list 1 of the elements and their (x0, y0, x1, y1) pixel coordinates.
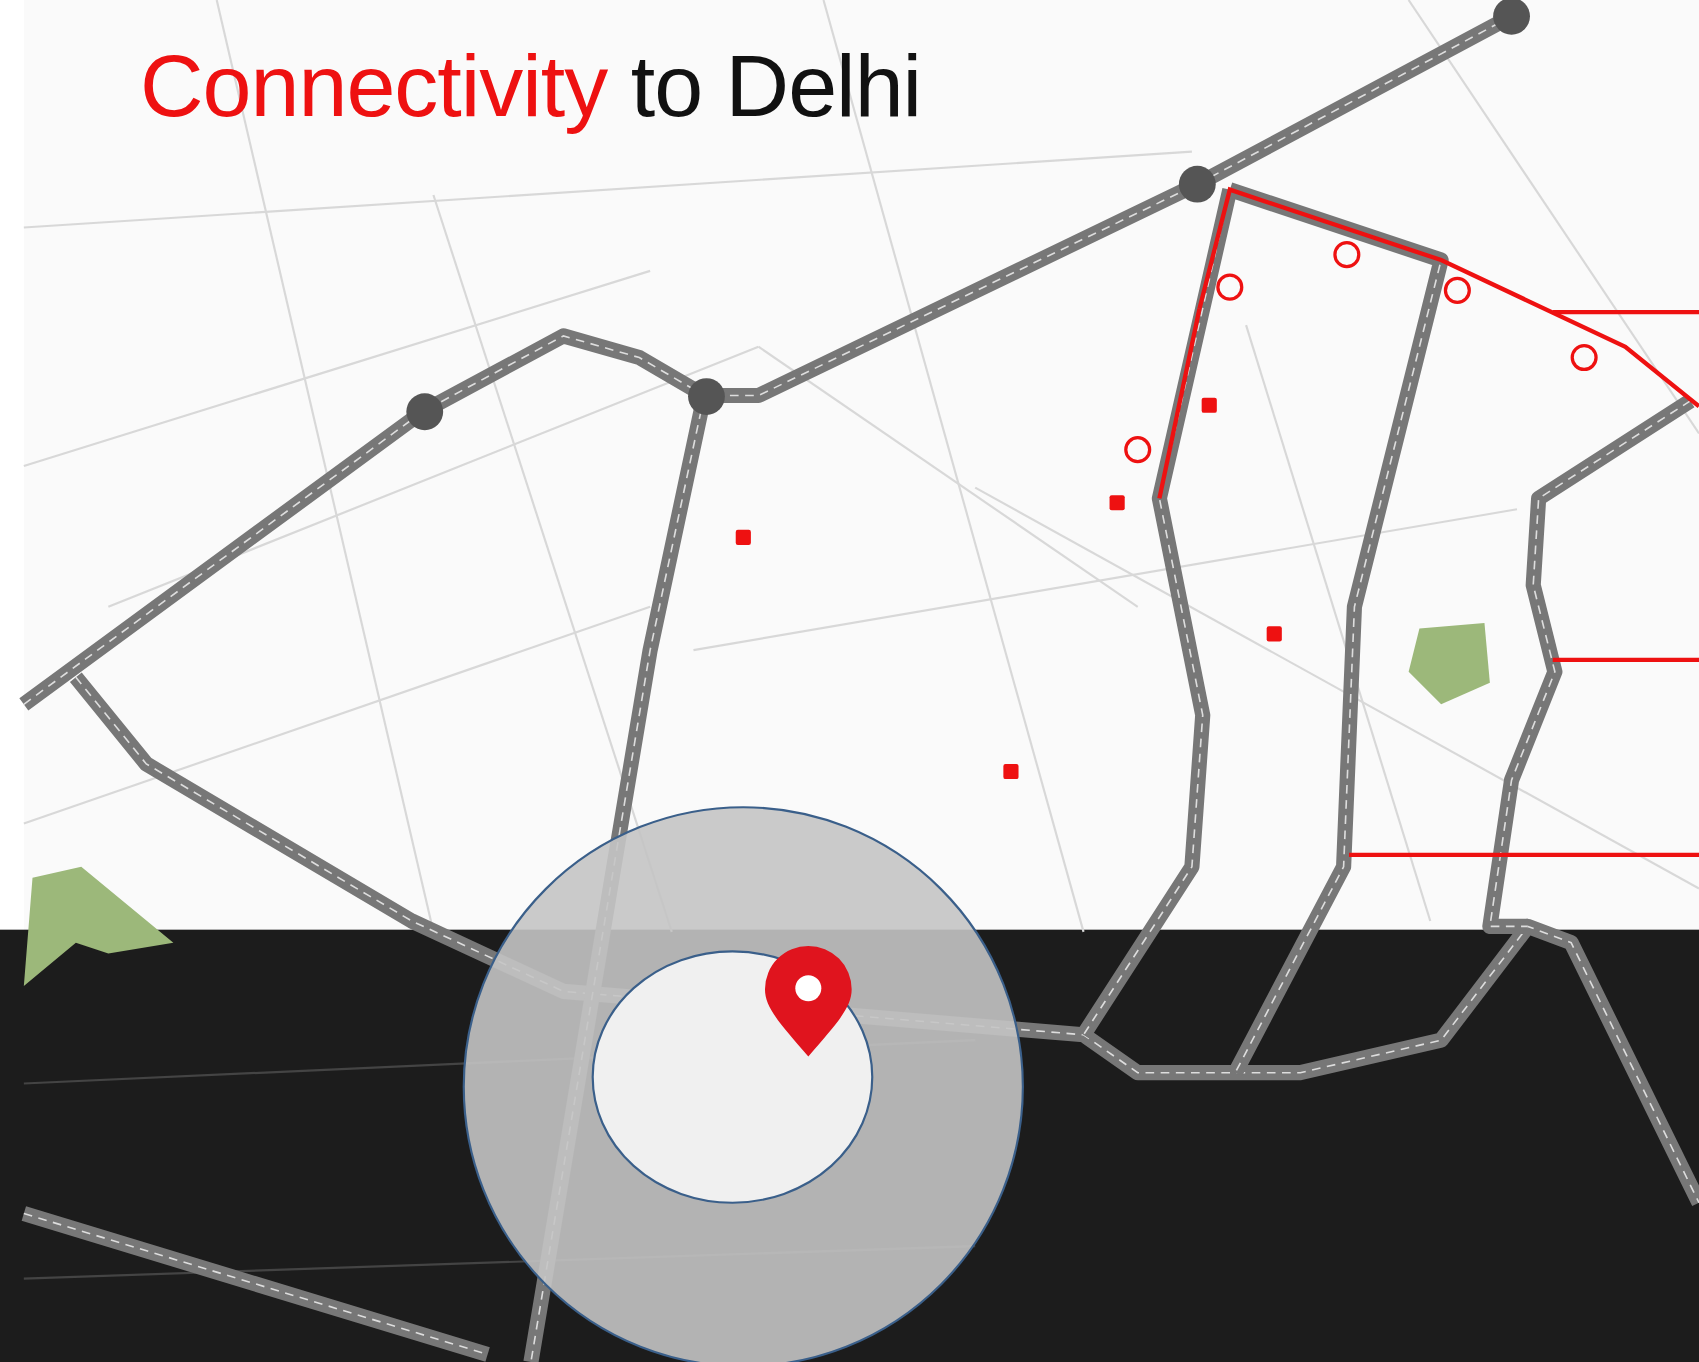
page-heading: Connectivity to Delhi (140, 38, 922, 135)
